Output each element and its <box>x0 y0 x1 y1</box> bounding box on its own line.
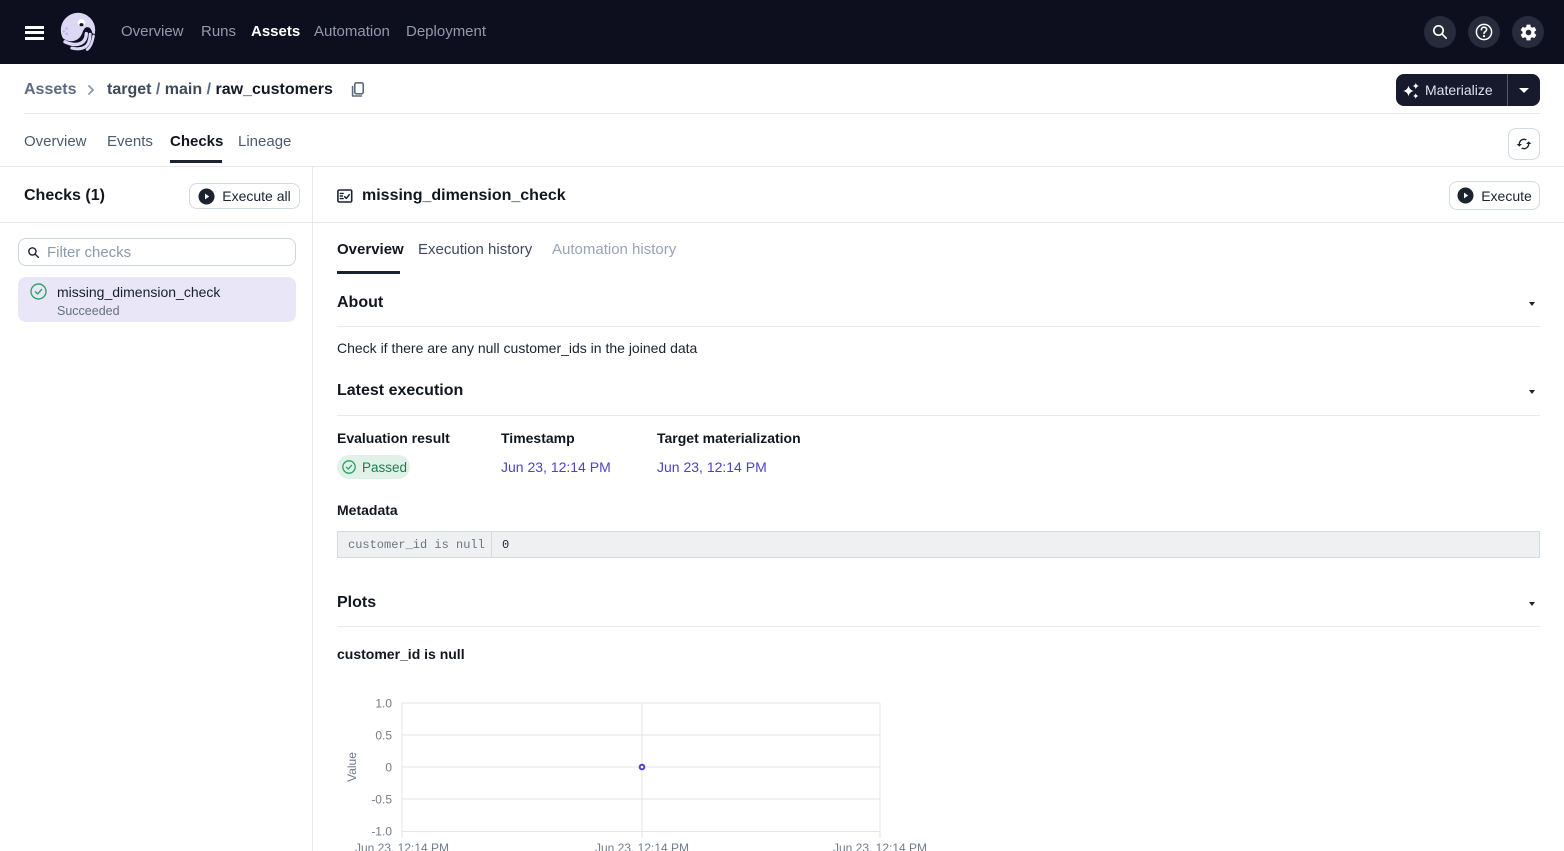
svg-text:1.0: 1.0 <box>375 697 392 711</box>
svg-text:-0.5: -0.5 <box>371 793 392 807</box>
svg-text:Jun 23, 12:14 PM: Jun 23, 12:14 PM <box>833 841 927 851</box>
svg-text:0.5: 0.5 <box>375 729 392 743</box>
svg-text:Value: Value <box>345 752 359 782</box>
svg-text:-1.0: -1.0 <box>371 825 392 839</box>
svg-text:Jun 23, 12:14 PM: Jun 23, 12:14 PM <box>355 841 449 851</box>
svg-text:0: 0 <box>385 761 392 775</box>
svg-text:Jun 23, 12:14 PM: Jun 23, 12:14 PM <box>595 841 689 851</box>
